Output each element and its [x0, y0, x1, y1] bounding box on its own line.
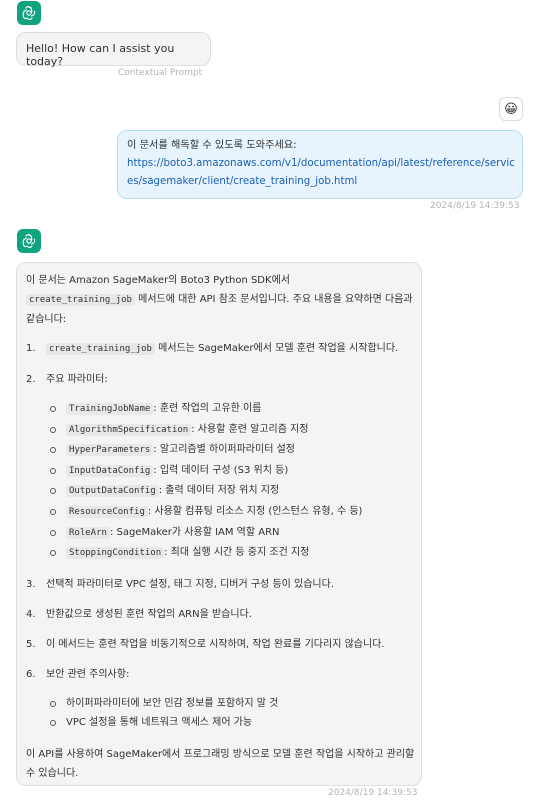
response-conclusion: 이 API를 사용하여 SageMaker에서 프로그래밍 방식으로 모델 훈련… — [26, 748, 415, 779]
list-item: 1. create_training_job 메서드는 SageMaker에서 … — [26, 343, 399, 355]
list-item: 4. 반환값으로 생성된 훈련 작업의 ARN을 받습니다. — [26, 608, 252, 620]
user-message-bubble: 이 문서를 해독할 수 있도록 도와주세요: https://boto3.ama… — [117, 130, 523, 199]
list-item: 6. 보안 관련 주의사항: 하이퍼파라미터에 보안 민감 정보를 포함하지 말… — [26, 665, 416, 733]
smiley-emoji-icon: 😀 — [504, 101, 518, 117]
security-item: VPC 설정을 통해 네트워크 액세스 제어 가능 — [48, 713, 416, 733]
greeting-bubble: Hello! How can I assist you today? — [16, 32, 211, 68]
parameter-item: RoleArn: SageMaker가 사용할 IAM 역할 ARN — [48, 523, 416, 544]
parameter-list: TrainingJobName: 훈련 작업의 고유한 이름 Algorithm… — [48, 399, 416, 564]
bot-avatar-icon — [17, 229, 41, 253]
parameter-item: TrainingJobName: 훈련 작업의 고유한 이름 — [48, 399, 416, 420]
user-message-text: 이 문서를 해독할 수 있도록 도와주세요: — [127, 140, 297, 151]
user-message-timestamp: 2024/8/19 14:39:53 — [430, 201, 520, 211]
parameter-item: StoppingCondition: 최대 실행 시간 등 중지 조건 지정 — [48, 543, 416, 564]
intro-method-code: create_training_job — [26, 294, 135, 306]
security-list: 하이퍼파라미터에 보안 민감 정보를 포함하지 말 것 VPC 설정을 통해 네… — [48, 694, 416, 733]
summary-list: 1. create_training_job 메서드는 SageMaker에서 … — [26, 339, 416, 733]
response-intro: 이 문서는 Amazon SageMaker의 Boto3 Python SDK… — [26, 275, 413, 325]
contextual-prompt-label: Contextual Prompt — [118, 68, 203, 78]
bot-avatar-icon — [17, 1, 41, 25]
method-code: create_training_job — [46, 343, 155, 355]
user-avatar: 😀 — [499, 97, 523, 121]
parameter-item: ResourceConfig: 사용할 컴퓨팅 리소스 지정 (인스턴스 유형,… — [48, 502, 416, 523]
list-item: 3. 선택적 파라미터로 VPC 설정, 태그 지정, 디버거 구성 등이 있습… — [26, 578, 334, 590]
parameter-item: AlgorithmSpecification: 사용할 훈련 알고리즘 지정 — [48, 420, 416, 441]
list-item: 5. 이 메서드는 훈련 작업을 비동기적으로 시작하며, 작업 완료를 기다리… — [26, 638, 385, 650]
list-item: 2. 주요 파라미터: TrainingJobName: 훈련 작업의 고유한 … — [26, 370, 416, 564]
documentation-link[interactable]: https://boto3.amazonaws.com/v1/documenta… — [127, 155, 515, 191]
response-bubble: 이 문서는 Amazon SageMaker의 Boto3 Python SDK… — [16, 262, 422, 786]
greeting-text: Hello! How can I assist you today? — [26, 42, 175, 68]
parameter-item: OutputDataConfig: 출력 데이터 저장 위치 지정 — [48, 481, 416, 502]
security-item: 하이퍼파라미터에 보안 민감 정보를 포함하지 말 것 — [48, 694, 416, 714]
parameter-item: InputDataConfig: 입력 데이터 구성 (S3 위치 등) — [48, 461, 416, 482]
response-timestamp: 2024/8/19 14:39:53 — [328, 788, 418, 798]
parameter-item: HyperParameters: 알고리즘별 하이퍼파라미터 설정 — [48, 440, 416, 461]
